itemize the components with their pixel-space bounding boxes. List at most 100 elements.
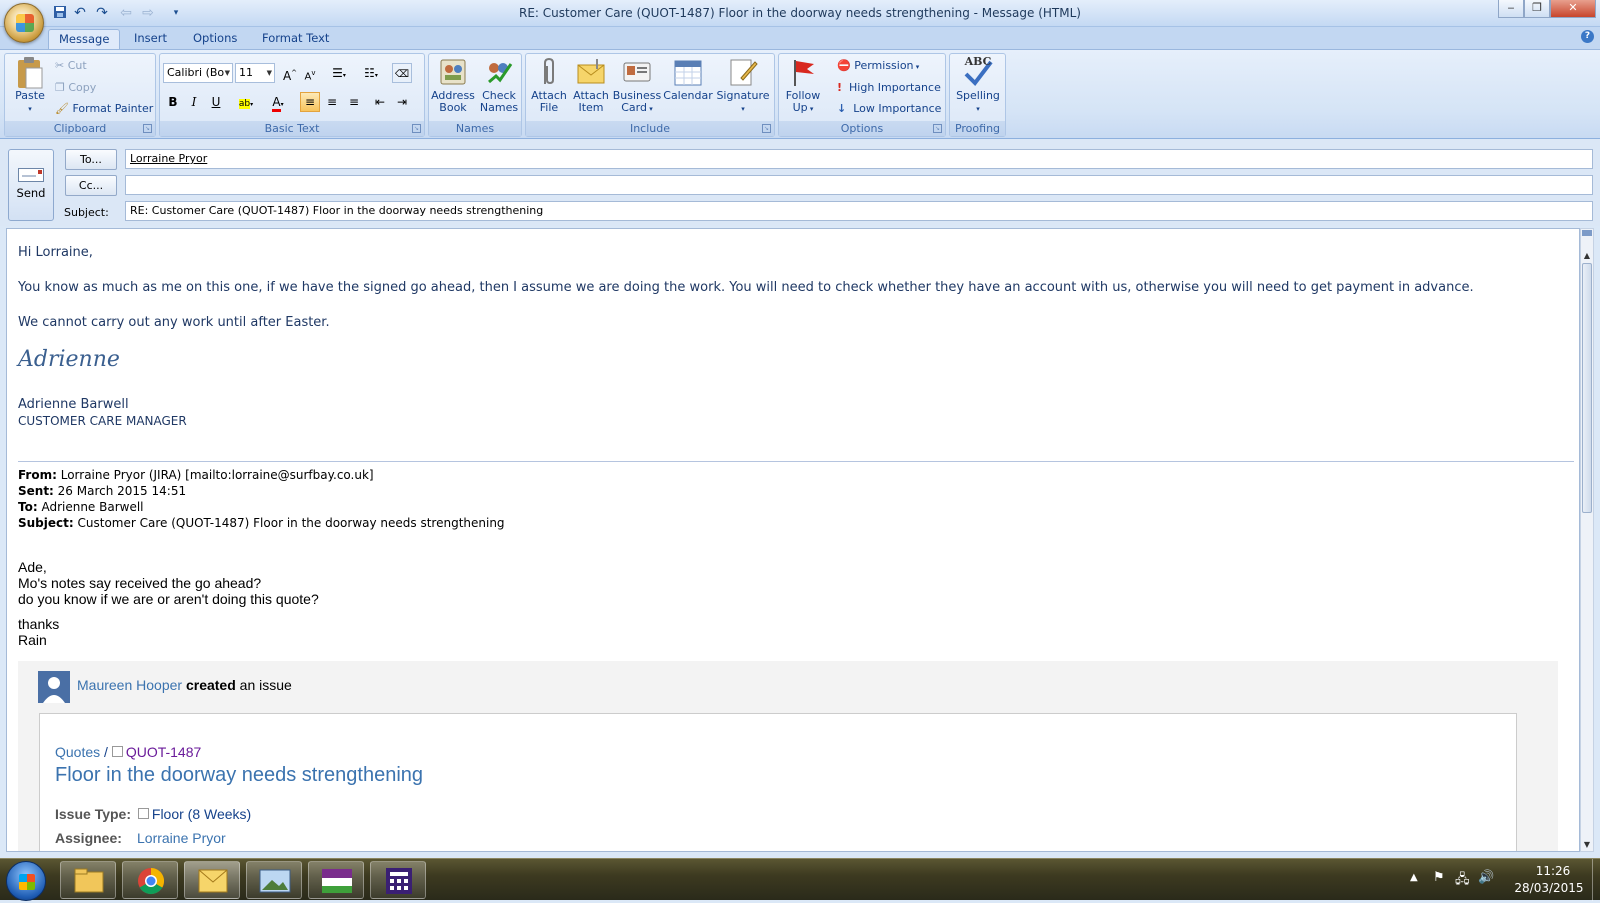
decrease-indent-button[interactable]: ⇤: [370, 92, 390, 112]
ribbon-tabs: Message Insert Options Format Text: [0, 27, 1600, 49]
start-button[interactable]: [6, 861, 46, 901]
highlight-button[interactable]: ab▾: [232, 92, 260, 112]
numbering-button[interactable]: ☷▾: [356, 63, 386, 83]
tab-message[interactable]: Message: [48, 29, 121, 49]
high-importance-button[interactable]: ! High Importance: [837, 80, 941, 96]
attach-item-button[interactable]: Attach Item: [570, 56, 612, 114]
tray-show-hidden-icon[interactable]: ▲: [1410, 872, 1418, 883]
underline-button[interactable]: U: [206, 92, 226, 112]
font-name-combo[interactable]: Calibri (Bo ▼: [163, 63, 233, 83]
paste-button[interactable]: Paste ▾: [9, 56, 51, 115]
next-icon[interactable]: ⇨: [140, 5, 156, 21]
message-body[interactable]: Hi Lorraine, You know as much as me on t…: [6, 228, 1580, 852]
office-button[interactable]: [4, 3, 44, 43]
vertical-scrollbar[interactable]: ▲ ▼: [1580, 228, 1594, 852]
send-button[interactable]: Send: [8, 149, 54, 221]
clock-time[interactable]: 11:26: [1522, 864, 1584, 878]
envelope-icon: [575, 56, 607, 88]
underline-icon: U: [211, 95, 221, 109]
subject-field[interactable]: RE: Customer Care (QUOT-1487) Floor in t…: [125, 201, 1593, 221]
to-recipient[interactable]: Lorraine Pryor: [130, 152, 207, 165]
cut-button[interactable]: ✂ Cut: [55, 58, 87, 74]
tab-format-text[interactable]: Format Text: [252, 29, 339, 49]
spelling-button[interactable]: ABC Spelling ▾: [952, 56, 1004, 115]
cut-label: Cut: [67, 59, 87, 72]
signature-button[interactable]: Signature ▾: [714, 56, 772, 115]
network-icon[interactable]: 🖧: [1455, 870, 1470, 892]
format-painter-label: Format Painter: [72, 102, 154, 115]
clear-formatting-button[interactable]: ⌫: [392, 63, 412, 83]
taskbar-sage[interactable]: [308, 861, 364, 899]
close-button[interactable]: ✕: [1550, 0, 1596, 18]
check-names-button[interactable]: Check Names: [477, 56, 521, 114]
jira-user-link[interactable]: Maureen Hooper: [77, 677, 182, 693]
grow-font-button[interactable]: A^: [280, 63, 300, 83]
jira-issue-key-link[interactable]: QUOT-1487: [126, 744, 201, 760]
follow-up-button[interactable]: Follow Up ▾: [781, 56, 825, 115]
options-group-label: Options: [779, 121, 945, 136]
tab-insert[interactable]: Insert: [124, 29, 177, 49]
scroll-up-icon[interactable]: ▲: [1581, 251, 1593, 260]
save-icon[interactable]: [52, 5, 68, 21]
italic-button[interactable]: I: [184, 92, 204, 112]
previous-icon[interactable]: ⇦: [118, 5, 134, 21]
help-icon[interactable]: ?: [1581, 30, 1594, 43]
issue-type-label: Issue Type:: [55, 806, 131, 822]
format-painter-button[interactable]: 🖌 Format Painter: [55, 101, 153, 117]
bullets-button[interactable]: ☰▾: [326, 63, 352, 83]
assignee-link[interactable]: Lorraine Pryor: [137, 830, 226, 846]
minimize-button[interactable]: ‒: [1498, 0, 1524, 18]
business-card-button[interactable]: Business Card ▾: [612, 56, 662, 115]
jira-project-link[interactable]: Quotes: [55, 744, 100, 760]
dialog-launcher-icon[interactable]: ↘: [762, 124, 771, 133]
from-value: Lorraine Pryor (JIRA) [mailto:lorraine@s…: [56, 468, 374, 482]
attach-file-button[interactable]: Attach File: [528, 56, 570, 114]
business-card-icon: [621, 56, 653, 88]
font-size-combo[interactable]: 11 ▼: [235, 63, 275, 83]
clock-date[interactable]: 28/03/2015: [1510, 881, 1588, 895]
low-importance-button[interactable]: ↓ Low Importance: [837, 101, 941, 117]
undo-icon[interactable]: ↶: [72, 5, 88, 21]
dialog-launcher-icon[interactable]: ↘: [412, 124, 421, 133]
high-importance-label: High Importance: [849, 81, 941, 94]
taskbar-image-viewer[interactable]: [246, 861, 302, 899]
dialog-launcher-icon[interactable]: ↘: [933, 124, 942, 133]
align-right-button[interactable]: ≡: [344, 92, 364, 112]
address-book-button[interactable]: Address Book: [431, 56, 475, 114]
bold-button[interactable]: B: [163, 92, 183, 112]
taskbar-outlook[interactable]: [184, 861, 240, 899]
to-field[interactable]: Lorraine Pryor: [125, 149, 1593, 169]
align-left-button[interactable]: ≡: [300, 92, 320, 112]
permission-button[interactable]: ⛔ Permission ▾: [837, 58, 919, 75]
split-icon[interactable]: [1582, 230, 1592, 236]
customize-icon[interactable]: ▾: [168, 5, 184, 21]
increase-indent-button[interactable]: ⇥: [392, 92, 412, 112]
sage-icon: [322, 869, 352, 893]
dialog-launcher-icon[interactable]: ↘: [143, 124, 152, 133]
maximize-button[interactable]: ❐: [1524, 0, 1550, 18]
shrink-font-button[interactable]: Av: [300, 63, 320, 83]
show-desktop-button[interactable]: [1592, 859, 1600, 901]
redo-icon[interactable]: ↷: [94, 5, 110, 21]
align-center-button[interactable]: ≡: [322, 92, 342, 112]
cc-field[interactable]: [125, 175, 1593, 195]
action-center-flag-icon[interactable]: ⚑: [1433, 870, 1445, 885]
volume-icon[interactable]: 🔊: [1478, 870, 1494, 885]
taskbar-explorer[interactable]: [60, 861, 116, 899]
address-book-label-2: Book: [439, 101, 467, 114]
scroll-down-icon[interactable]: ▼: [1581, 840, 1593, 849]
bullets-icon: ☰: [332, 66, 343, 80]
to-button[interactable]: To...: [65, 149, 117, 170]
cc-button[interactable]: Cc...: [65, 175, 117, 196]
taskbar-chrome[interactable]: [122, 861, 178, 899]
signature-title: CUSTOMER CARE MANAGER: [18, 414, 187, 428]
taskbar-calculator[interactable]: [370, 861, 426, 899]
jira-issue-title[interactable]: Floor in the doorway needs strengthening: [55, 764, 423, 787]
signature-label: Signature: [716, 89, 770, 102]
tab-options[interactable]: Options: [183, 29, 247, 49]
scroll-thumb[interactable]: [1582, 263, 1592, 513]
calendar-button[interactable]: Calendar: [662, 56, 714, 102]
font-color-button[interactable]: A▾: [264, 92, 292, 112]
copy-button[interactable]: ❐ Copy: [55, 80, 96, 96]
arrow-down-icon: ↓: [837, 102, 847, 115]
